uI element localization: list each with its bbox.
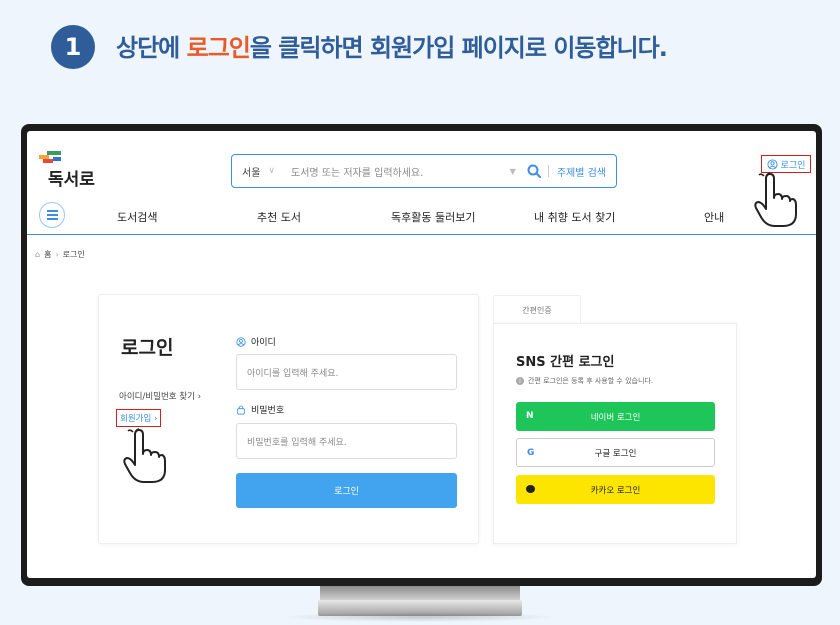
info-icon: i <box>516 377 524 385</box>
kakao-login-label: 카카오 로그인 <box>590 485 641 496</box>
google-login-label: 구글 로그인 <box>594 448 637 459</box>
login-title: 로그인 <box>121 337 174 359</box>
id-input[interactable]: 아이디를 입력해 주세요. <box>236 354 457 390</box>
password-input[interactable]: 비밀번호를 입력해 주세요. <box>236 423 457 459</box>
naver-icon: N <box>526 411 534 421</box>
lock-icon <box>237 405 245 415</box>
instruction-highlight: 로그인 <box>186 34 251 62</box>
logo-text: 독서로 <box>48 170 95 190</box>
nav-item-guide[interactable]: 안내 <box>704 209 724 225</box>
header-login-label: 로그인 <box>780 160 806 171</box>
user-icon <box>236 336 246 347</box>
sns-title: SNS 간편 로그인 <box>516 355 615 370</box>
breadcrumb: ⌂ 홈 › 로그인 <box>35 249 85 260</box>
topic-search-button[interactable]: 주제별 검색 <box>557 164 606 179</box>
nav-item-activities[interactable]: 독후활동 둘러보기 <box>391 209 475 225</box>
monitor-frame: 독서로 서울 ∨ 도서명 또는 저자를 입력하세요. ▼ 주제별 검색 로그인 <box>21 124 822 586</box>
sns-login-card: SNS 간편 로그인 i 간편 로그인은 등록 후 사용할 수 있습니다. N … <box>493 323 737 544</box>
hamburger-icon <box>46 214 58 216</box>
naver-login-label: 네이버 로그인 <box>590 412 641 423</box>
monitor-stand-neck <box>320 586 520 600</box>
user-icon <box>767 158 778 170</box>
naver-login-button[interactable]: N 네이버 로그인 <box>516 402 715 431</box>
signup-label: 회원가입 <box>120 414 152 424</box>
chevron-right-icon: › <box>55 250 59 259</box>
search-bar: 서울 ∨ 도서명 또는 저자를 입력하세요. ▼ 주제별 검색 <box>231 154 617 188</box>
chevron-right-icon: › <box>197 392 202 402</box>
nav-item-recommended[interactable]: 추천 도서 <box>257 209 301 225</box>
instruction-text: 상단에 로그인을 클릭하면 회원가입 페이지로 이동합니다. <box>116 28 668 63</box>
id-label-text: 아이디 <box>251 338 276 348</box>
search-divider <box>547 165 549 177</box>
kakao-login-button[interactable]: 카카오 로그인 <box>516 475 715 504</box>
login-card: 로그인 아이디/비밀번호 찾기 › 회원가입 › 아이디 아이디를 입력해 주세… <box>98 294 479 544</box>
instruction-text-after: 을 클릭하면 회원가입 페이지로 이동합니다. <box>249 34 668 62</box>
instruction-text-before: 상단에 <box>116 34 187 62</box>
pointing-hand-icon <box>123 428 166 483</box>
google-login-button[interactable]: G 구글 로그인 <box>516 438 715 467</box>
logo-mark-blue <box>53 157 61 161</box>
breadcrumb-current: 로그인 <box>62 250 85 259</box>
nav-item-taste[interactable]: 내 취향 도서 찾기 <box>534 209 615 225</box>
dropdown-arrow-icon[interactable]: ▼ <box>510 167 516 176</box>
search-icon[interactable] <box>526 163 542 179</box>
login-submit-button[interactable]: 로그인 <box>236 473 457 508</box>
kakao-bubble-icon <box>526 485 535 493</box>
logo-mark-red <box>43 159 53 163</box>
search-input[interactable]: 도서명 또는 저자를 입력하세요. <box>291 164 510 179</box>
monitor-shadow <box>280 612 560 622</box>
sns-info: i 간편 로그인은 등록 후 사용할 수 있습니다. <box>516 376 653 386</box>
chevron-right-icon: › <box>153 414 158 424</box>
header-login-button[interactable]: 로그인 <box>761 155 811 173</box>
region-select[interactable]: 서울 <box>242 164 260 179</box>
sns-info-text: 간편 로그인은 등록 후 사용할 수 있습니다. <box>528 377 654 385</box>
logo-mark-green <box>47 151 61 155</box>
find-id-password-link[interactable]: 아이디/비밀번호 찾기 › <box>119 390 201 402</box>
menu-button[interactable] <box>39 202 65 228</box>
chevron-down-icon[interactable]: ∨ <box>268 166 275 176</box>
site-logo[interactable]: 독서로 <box>39 151 109 190</box>
find-id-password-label: 아이디/비밀번호 찾기 <box>119 392 195 402</box>
pointing-hand-icon <box>754 172 797 227</box>
id-label: 아이디 <box>236 335 276 348</box>
signup-link[interactable]: 회원가입 › <box>116 409 162 427</box>
nav-item-book-search[interactable]: 도서검색 <box>117 209 157 225</box>
home-icon[interactable]: ⌂ <box>35 250 40 259</box>
password-label: 비밀번호 <box>236 403 284 416</box>
main-nav: 도서검색 추천 도서 독후활동 둘러보기 내 취향 도서 찾기 안내 <box>27 197 816 235</box>
browser-screen: 독서로 서울 ∨ 도서명 또는 저자를 입력하세요. ▼ 주제별 검색 로그인 <box>27 131 816 578</box>
breadcrumb-home[interactable]: 홈 <box>44 249 51 260</box>
step-number-badge: 1 <box>51 25 95 69</box>
google-icon: G <box>527 448 535 458</box>
password-label-text: 비밀번호 <box>251 406 285 416</box>
tab-easy-auth[interactable]: 간편인증 <box>493 295 581 325</box>
